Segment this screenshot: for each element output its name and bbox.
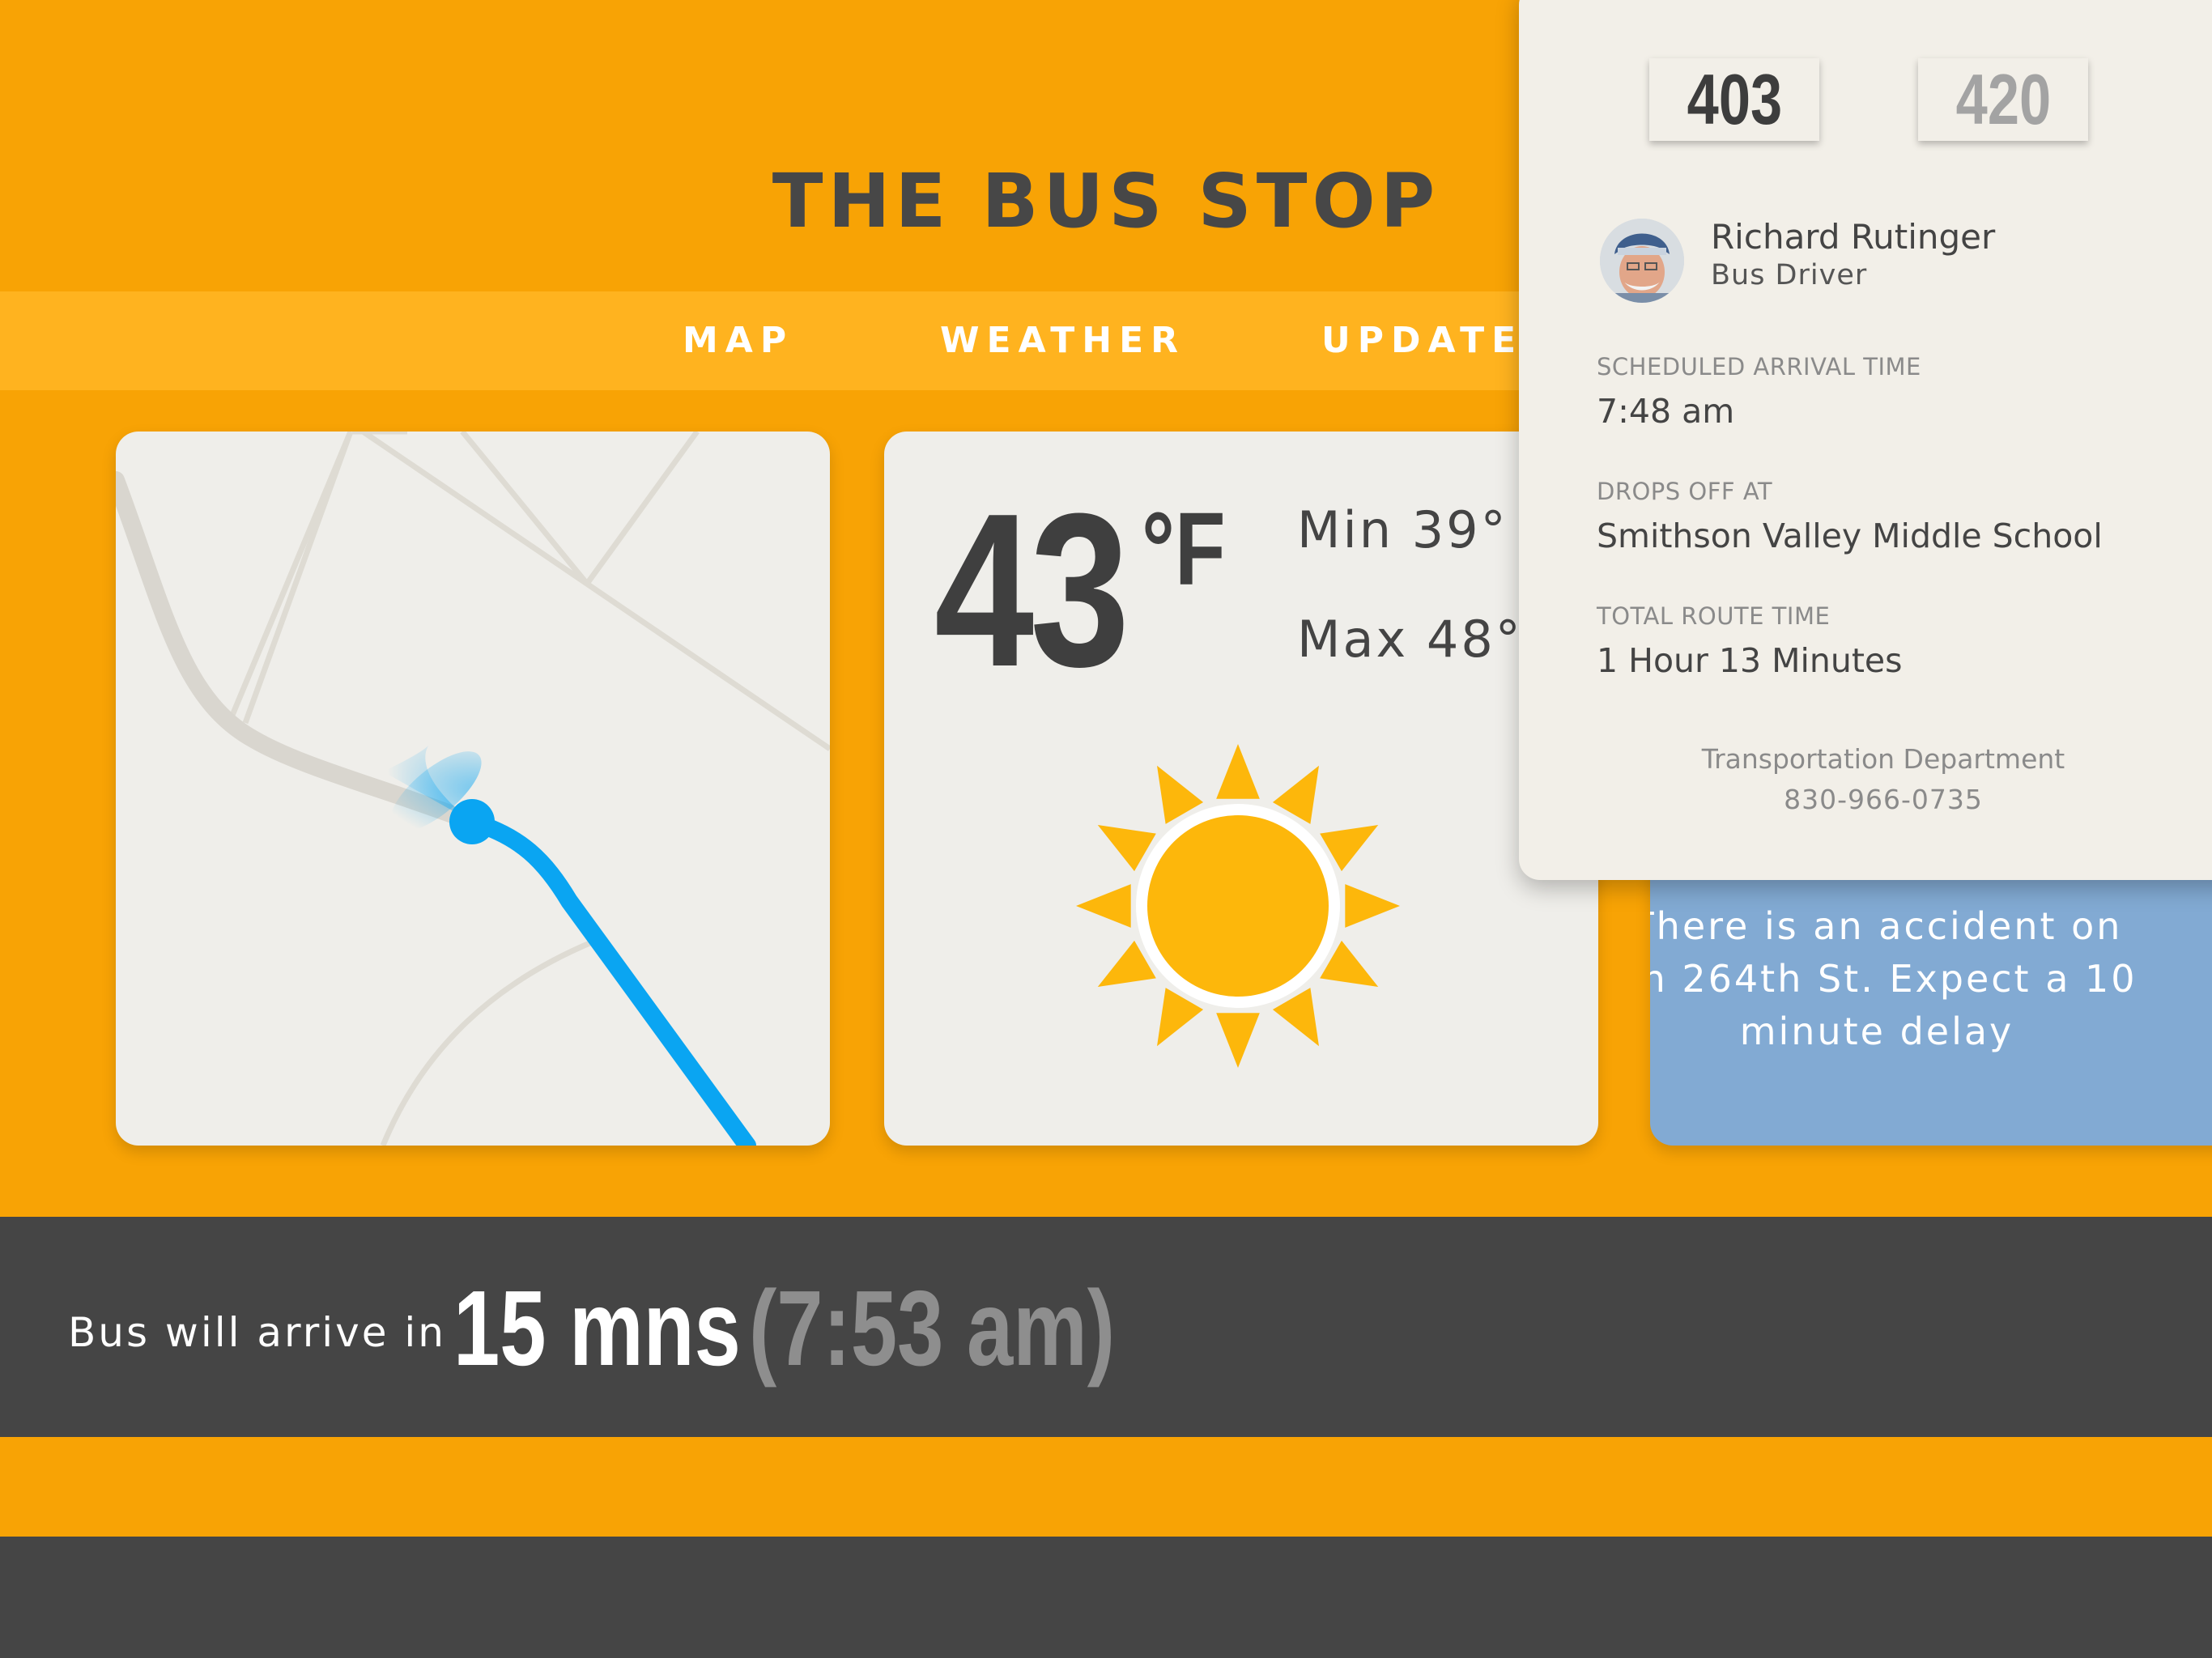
route-chip-403[interactable]: 403 [1649, 58, 1819, 141]
route-time-label: TOTAL ROUTE TIME [1597, 602, 1831, 630]
department-name: Transportation Department [1701, 743, 2065, 775]
driver-avatar [1600, 219, 1684, 303]
bus-location-marker[interactable] [449, 799, 495, 844]
sun-ray [1216, 744, 1260, 799]
tab-map[interactable]: MAP [683, 291, 793, 390]
map-card[interactable] [116, 432, 830, 1146]
department-phone[interactable]: 830-966-0735 [1519, 784, 2212, 815]
arrival-minutes: 15 mns [453, 1269, 741, 1388]
arrival-time: (7:53 am) [749, 1269, 1116, 1388]
driver-name: Richard Rutinger [1711, 217, 1996, 257]
drop-off-value: Smithson Valley Middle School [1597, 517, 2103, 555]
map-streets [226, 432, 830, 1146]
bottom-bar [0, 1537, 2212, 1658]
bus-info-popover: 403 420 Richard Rutinger Bus Driver SCHE… [1519, 0, 2212, 880]
driver-role: Bus Driver [1711, 259, 1868, 291]
arrival-label: Bus will arrive in [68, 1309, 446, 1356]
sun-icon [1076, 744, 1400, 1068]
sun-ray [1345, 884, 1400, 928]
route-time-value: 1 Hour 13 Minutes [1597, 641, 1903, 680]
sun-ray [1076, 884, 1131, 928]
scheduled-arrival-value: 7:48 am [1597, 392, 1735, 431]
update-card[interactable]: There is an accident on on 264th St. Exp… [1650, 842, 2212, 1146]
tab-weather[interactable]: WEATHER [940, 291, 1185, 390]
weather-card[interactable]: 43 °F Min 39° Max 48° [884, 432, 1598, 1146]
update-message: There is an accident on on 264th St. Exp… [1650, 904, 2138, 1053]
scheduled-arrival-label: SCHEDULED ARRIVAL TIME [1597, 353, 1921, 380]
drop-off-label: DROPS OFF AT [1597, 478, 1773, 505]
route-map[interactable] [116, 432, 830, 1146]
sun-ray [1216, 1013, 1260, 1068]
route-chip-420[interactable]: 420 [1918, 58, 2088, 141]
